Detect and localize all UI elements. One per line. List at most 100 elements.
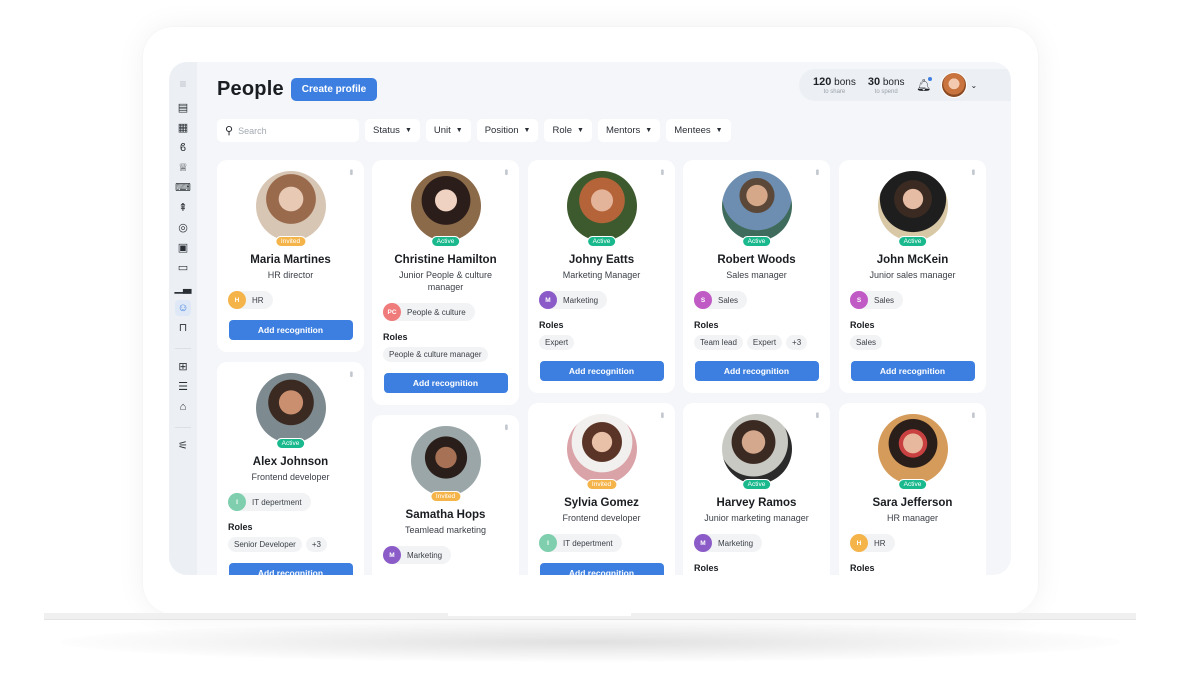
laptop-shadow: [60, 622, 1120, 662]
feedback-icon[interactable]: ▣: [175, 240, 191, 256]
add-recognition-button[interactable]: Add recognition: [539, 563, 664, 575]
org-chart-icon[interactable]: ⊞: [175, 359, 191, 375]
person-photo: Active: [721, 414, 792, 490]
department-name: Sales: [874, 295, 895, 305]
more-options-icon[interactable]: •••: [811, 412, 822, 417]
add-recognition-button[interactable]: Add recognition: [539, 361, 664, 381]
report-icon[interactable]: ☰: [175, 379, 191, 395]
person-name[interactable]: Harvey Ramos: [717, 497, 797, 509]
department-badge: M: [694, 534, 712, 552]
filter-mentees[interactable]: Mentees ▼: [666, 119, 731, 142]
department-chip: PC People & culture: [383, 303, 475, 321]
status-badge: Invited: [429, 491, 462, 502]
add-recognition-button[interactable]: Add recognition: [694, 361, 819, 381]
more-options-icon[interactable]: •••: [967, 412, 978, 417]
filter-role[interactable]: Role ▼: [544, 119, 592, 142]
roles-label: Roles: [228, 522, 253, 532]
user-avatar[interactable]: [940, 72, 967, 98]
person-name[interactable]: Sylvia Gomez: [564, 497, 639, 509]
person-card[interactable]: ••• Active Alex Johnson Frontend developer I…: [217, 362, 364, 575]
person-name[interactable]: Samatha Hops: [406, 509, 486, 521]
add-recognition-button[interactable]: Add recognition: [383, 373, 508, 393]
person-photo: Invited: [410, 426, 481, 502]
person-card[interactable]: ••• Invited Samatha Hops Teamlead marketing…: [372, 415, 519, 575]
filter-status[interactable]: Status ▼: [365, 119, 420, 142]
sidebar: ≡ ▤ ▦ ϐ ♕ ⌨ ⇞ ◎ ▣ ▭ ▁▃ ☺ ⊓ ⊞ ☰ ⌂ ⚟: [169, 62, 197, 575]
more-options-icon[interactable]: •••: [345, 371, 356, 376]
menu-icon[interactable]: ≡: [175, 76, 191, 92]
person-card[interactable]: ••• Active Christine Hamilton Junior People…: [372, 160, 519, 405]
search-input[interactable]: [238, 125, 339, 136]
department-badge: H: [228, 291, 246, 309]
person-photo: Invited: [566, 414, 637, 490]
person-name[interactable]: Johny Eatts: [569, 254, 634, 266]
person-card[interactable]: ••• Active Johny Eatts Marketing Manager M Ma…: [528, 160, 675, 393]
roles-label: Roles: [694, 320, 719, 330]
app-screen: ≡ ▤ ▦ ϐ ♕ ⌨ ⇞ ◎ ▣ ▭ ▁▃ ☺ ⊓ ⊞ ☰ ⌂ ⚟ Peopl…: [169, 62, 1011, 575]
chart-icon[interactable]: ▁▃: [175, 280, 192, 296]
person-name[interactable]: Robert Woods: [717, 254, 795, 266]
people-icon[interactable]: ☺: [175, 300, 191, 316]
chat-user-icon[interactable]: ⌨: [175, 180, 191, 196]
card-column: ••• Active John McKein Junior sales manager…: [839, 160, 986, 575]
department-name: People & culture: [407, 307, 466, 317]
add-recognition-button[interactable]: Add recognition: [850, 361, 975, 381]
status-badge: Active: [741, 479, 772, 490]
person-card[interactable]: ••• Active Sara Jefferson HR manager H HR Role…: [839, 403, 986, 575]
person-card[interactable]: ••• Active Robert Woods Sales manager S Sales…: [683, 160, 830, 393]
person-name[interactable]: John McKein: [877, 254, 949, 266]
bons-to-share: 120 bons to share: [813, 76, 856, 95]
person-card[interactable]: ••• Active John McKein Junior sales manager…: [839, 160, 986, 393]
department-badge: M: [383, 546, 401, 564]
chevron-down-icon: ▼: [455, 127, 463, 134]
more-options-icon[interactable]: •••: [500, 169, 511, 174]
sidebar-divider: [175, 427, 191, 428]
feed-icon[interactable]: ▤: [175, 100, 191, 116]
more-options-icon[interactable]: •••: [656, 169, 667, 174]
person-name[interactable]: Maria Martines: [250, 254, 331, 266]
add-recognition-button[interactable]: Add recognition: [228, 563, 353, 575]
roles-label: Roles: [850, 320, 875, 330]
chevron-down-icon: ▼: [577, 127, 584, 134]
person-card[interactable]: ••• Invited Maria Martines HR director H HR Ad…: [217, 160, 364, 352]
create-profile-button[interactable]: Create profile: [291, 78, 377, 101]
store-icon[interactable]: ⌂: [175, 399, 191, 415]
person-name[interactable]: Sara Jefferson: [873, 497, 953, 509]
filter-unit[interactable]: Unit ▼: [425, 119, 471, 142]
roles-list: Sales: [850, 335, 883, 350]
calendar-icon[interactable]: ▭: [175, 260, 191, 276]
roles-label: Roles: [383, 332, 408, 342]
status-badge: Active: [897, 236, 928, 247]
bons-icon[interactable]: ϐ: [175, 140, 191, 156]
chevron-down-icon[interactable]: ⌄: [971, 81, 978, 90]
filter-position[interactable]: Position ▼: [476, 119, 539, 142]
department-chip: H HR: [850, 534, 895, 552]
notification-bell-icon[interactable]: 🔔︎: [916, 77, 932, 92]
department-badge: S: [694, 291, 712, 309]
person-name[interactable]: Alex Johnson: [253, 456, 328, 468]
more-options-icon[interactable]: •••: [967, 169, 978, 174]
settings-sliders-icon[interactable]: ⚟: [175, 438, 191, 454]
dashboard-icon[interactable]: ▦: [175, 120, 191, 136]
more-options-icon[interactable]: •••: [345, 169, 356, 174]
more-options-icon[interactable]: •••: [656, 412, 667, 417]
trophy-icon[interactable]: ♕: [175, 160, 191, 176]
filter-mentors[interactable]: Mentors ▼: [597, 119, 661, 142]
target-icon[interactable]: ◎: [175, 220, 191, 236]
add-recognition-button[interactable]: Add recognition: [228, 320, 353, 340]
person-name[interactable]: Christine Hamilton: [394, 254, 496, 266]
search-icon: ⚲: [225, 125, 234, 137]
person-position: Junior sales manager: [869, 270, 956, 280]
role-chip: Senior Developer: [228, 537, 302, 552]
person-card[interactable]: ••• Invited Sylvia Gomez Frontend developer…: [528, 403, 675, 575]
shopping-bag-icon[interactable]: ⊓: [175, 320, 191, 336]
sidebar-divider: [175, 348, 191, 349]
roles-list: Team lead Expert +3: [694, 335, 808, 350]
rocket-icon[interactable]: ⇞: [175, 200, 191, 216]
more-options-icon[interactable]: •••: [811, 169, 822, 174]
person-position: HR manager: [886, 513, 939, 523]
status-badge: Active: [275, 438, 306, 449]
card-column: ••• Active Robert Woods Sales manager S Sales…: [683, 160, 830, 575]
more-options-icon[interactable]: •••: [500, 424, 511, 429]
person-card[interactable]: ••• Active Harvey Ramos Junior marketing ma…: [683, 403, 830, 575]
